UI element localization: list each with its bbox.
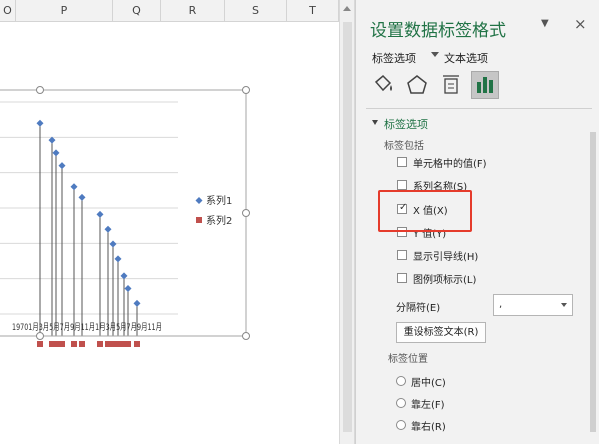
chevron-down-icon[interactable] [561,303,567,307]
chart-area-border [0,89,247,337]
series1-point [133,299,141,307]
radio-button[interactable] [396,376,406,386]
series2-point [79,341,85,347]
series1-point [109,240,117,248]
chart-handle[interactable] [242,332,250,340]
pane-options-dropdown-icon[interactable]: ▼ [541,18,549,29]
option-label: 显示引导线(H) [413,252,479,263]
chart-handle[interactable] [242,209,250,217]
position-label: 靠右(R) [411,422,446,433]
series1-point [114,255,122,263]
series2-point [125,341,131,347]
label-options-tab[interactable] [471,71,499,99]
series1-point [70,183,78,191]
section-title[interactable]: 标签选项 [384,116,428,132]
spreadsheet-area[interactable]: O P Q R S T 19701月3月5月7月9月11月1月3月5月7月9月1… [0,0,339,444]
tab-label-options[interactable]: 标签选项 [372,50,416,66]
series2-point [115,341,121,347]
column-headers: O P Q R S T [0,0,339,22]
radio-button[interactable] [396,398,406,408]
label-contains-heading: 标签包括 [384,141,424,152]
pane-title: 设置数据标签格式 [370,21,506,41]
checkbox[interactable] [397,180,407,190]
scroll-thumb[interactable] [343,22,352,432]
chevron-down-icon[interactable] [431,52,439,57]
separator-select[interactable]: , [493,294,573,316]
legend-marker-square [196,217,202,223]
app-window: O P Q R S T 19701月3月5月7月9月11月1月3月5月7月9月1… [0,0,599,444]
chart-handle[interactable] [36,332,44,340]
separator-label: 分隔符(E) [396,303,441,314]
series1-point [58,162,66,170]
scroll-up-arrow-icon[interactable] [343,6,351,11]
series2-markers [37,341,140,347]
option-label: 单元格中的值(F) [413,159,487,170]
fill-line-icon[interactable] [370,72,396,98]
legend-label-series1: 系列1 [206,194,232,207]
column-header-p[interactable]: P [16,0,113,22]
annotation-highlight [378,190,472,232]
chart-gridlines [0,101,178,315]
legend[interactable]: 系列1 系列2 [195,194,233,227]
radio-button[interactable] [396,420,406,430]
chart-stems [39,123,138,336]
column-header-t[interactable]: T [287,0,339,22]
column-header-r[interactable]: R [161,0,225,22]
legend-marker-diamond [195,197,203,204]
column-header-q[interactable]: Q [113,0,161,22]
x-axis-labels: 19701月3月5月7月9月11月1月3月5月7月9月11月 [12,322,162,333]
series1-point [36,119,44,127]
column-header-s[interactable]: S [225,0,287,22]
scroll-thumb[interactable] [590,132,596,432]
pane-divider [366,108,592,109]
bar-chart-icon [477,77,493,93]
tab-text-options[interactable]: 文本选项 [444,50,488,66]
series1-point [78,193,86,201]
chart-handle[interactable] [36,86,44,94]
separator-value: , [499,299,503,310]
position-label: 居中(C) [411,378,446,389]
option-label: 图例项标示(L) [413,275,477,286]
series1-point [96,210,104,218]
chart[interactable]: 19701月3月5月7月9月11月1月3月5月7月9月11月 系列1 系列2 [0,22,339,444]
position-label: 靠左(F) [411,400,445,411]
series2-point [97,341,103,347]
series2-point [37,341,43,347]
series2-point [134,341,140,347]
series2-point [59,341,65,347]
checkbox[interactable] [397,250,407,260]
checkbox[interactable] [397,157,407,167]
series1-point [52,149,60,157]
legend-label-series2: 系列2 [206,214,232,227]
section-collapse-icon[interactable] [372,120,378,125]
effects-icon[interactable] [404,72,430,98]
series1-point [124,285,132,293]
reset-label-text-button[interactable]: 重设标签文本(R) [396,322,486,343]
sheet-vertical-scrollbar[interactable] [339,0,355,444]
column-header-o[interactable]: O [0,0,16,22]
series2-point [71,341,77,347]
chart-handle[interactable] [242,86,250,94]
close-icon[interactable]: × [574,15,587,33]
label-position-heading: 标签位置 [388,354,428,365]
checkbox[interactable] [397,273,407,283]
size-properties-icon[interactable] [438,72,464,98]
series2-point [53,341,59,347]
pane-scrollbar[interactable] [588,108,598,444]
series1-point [104,225,112,233]
